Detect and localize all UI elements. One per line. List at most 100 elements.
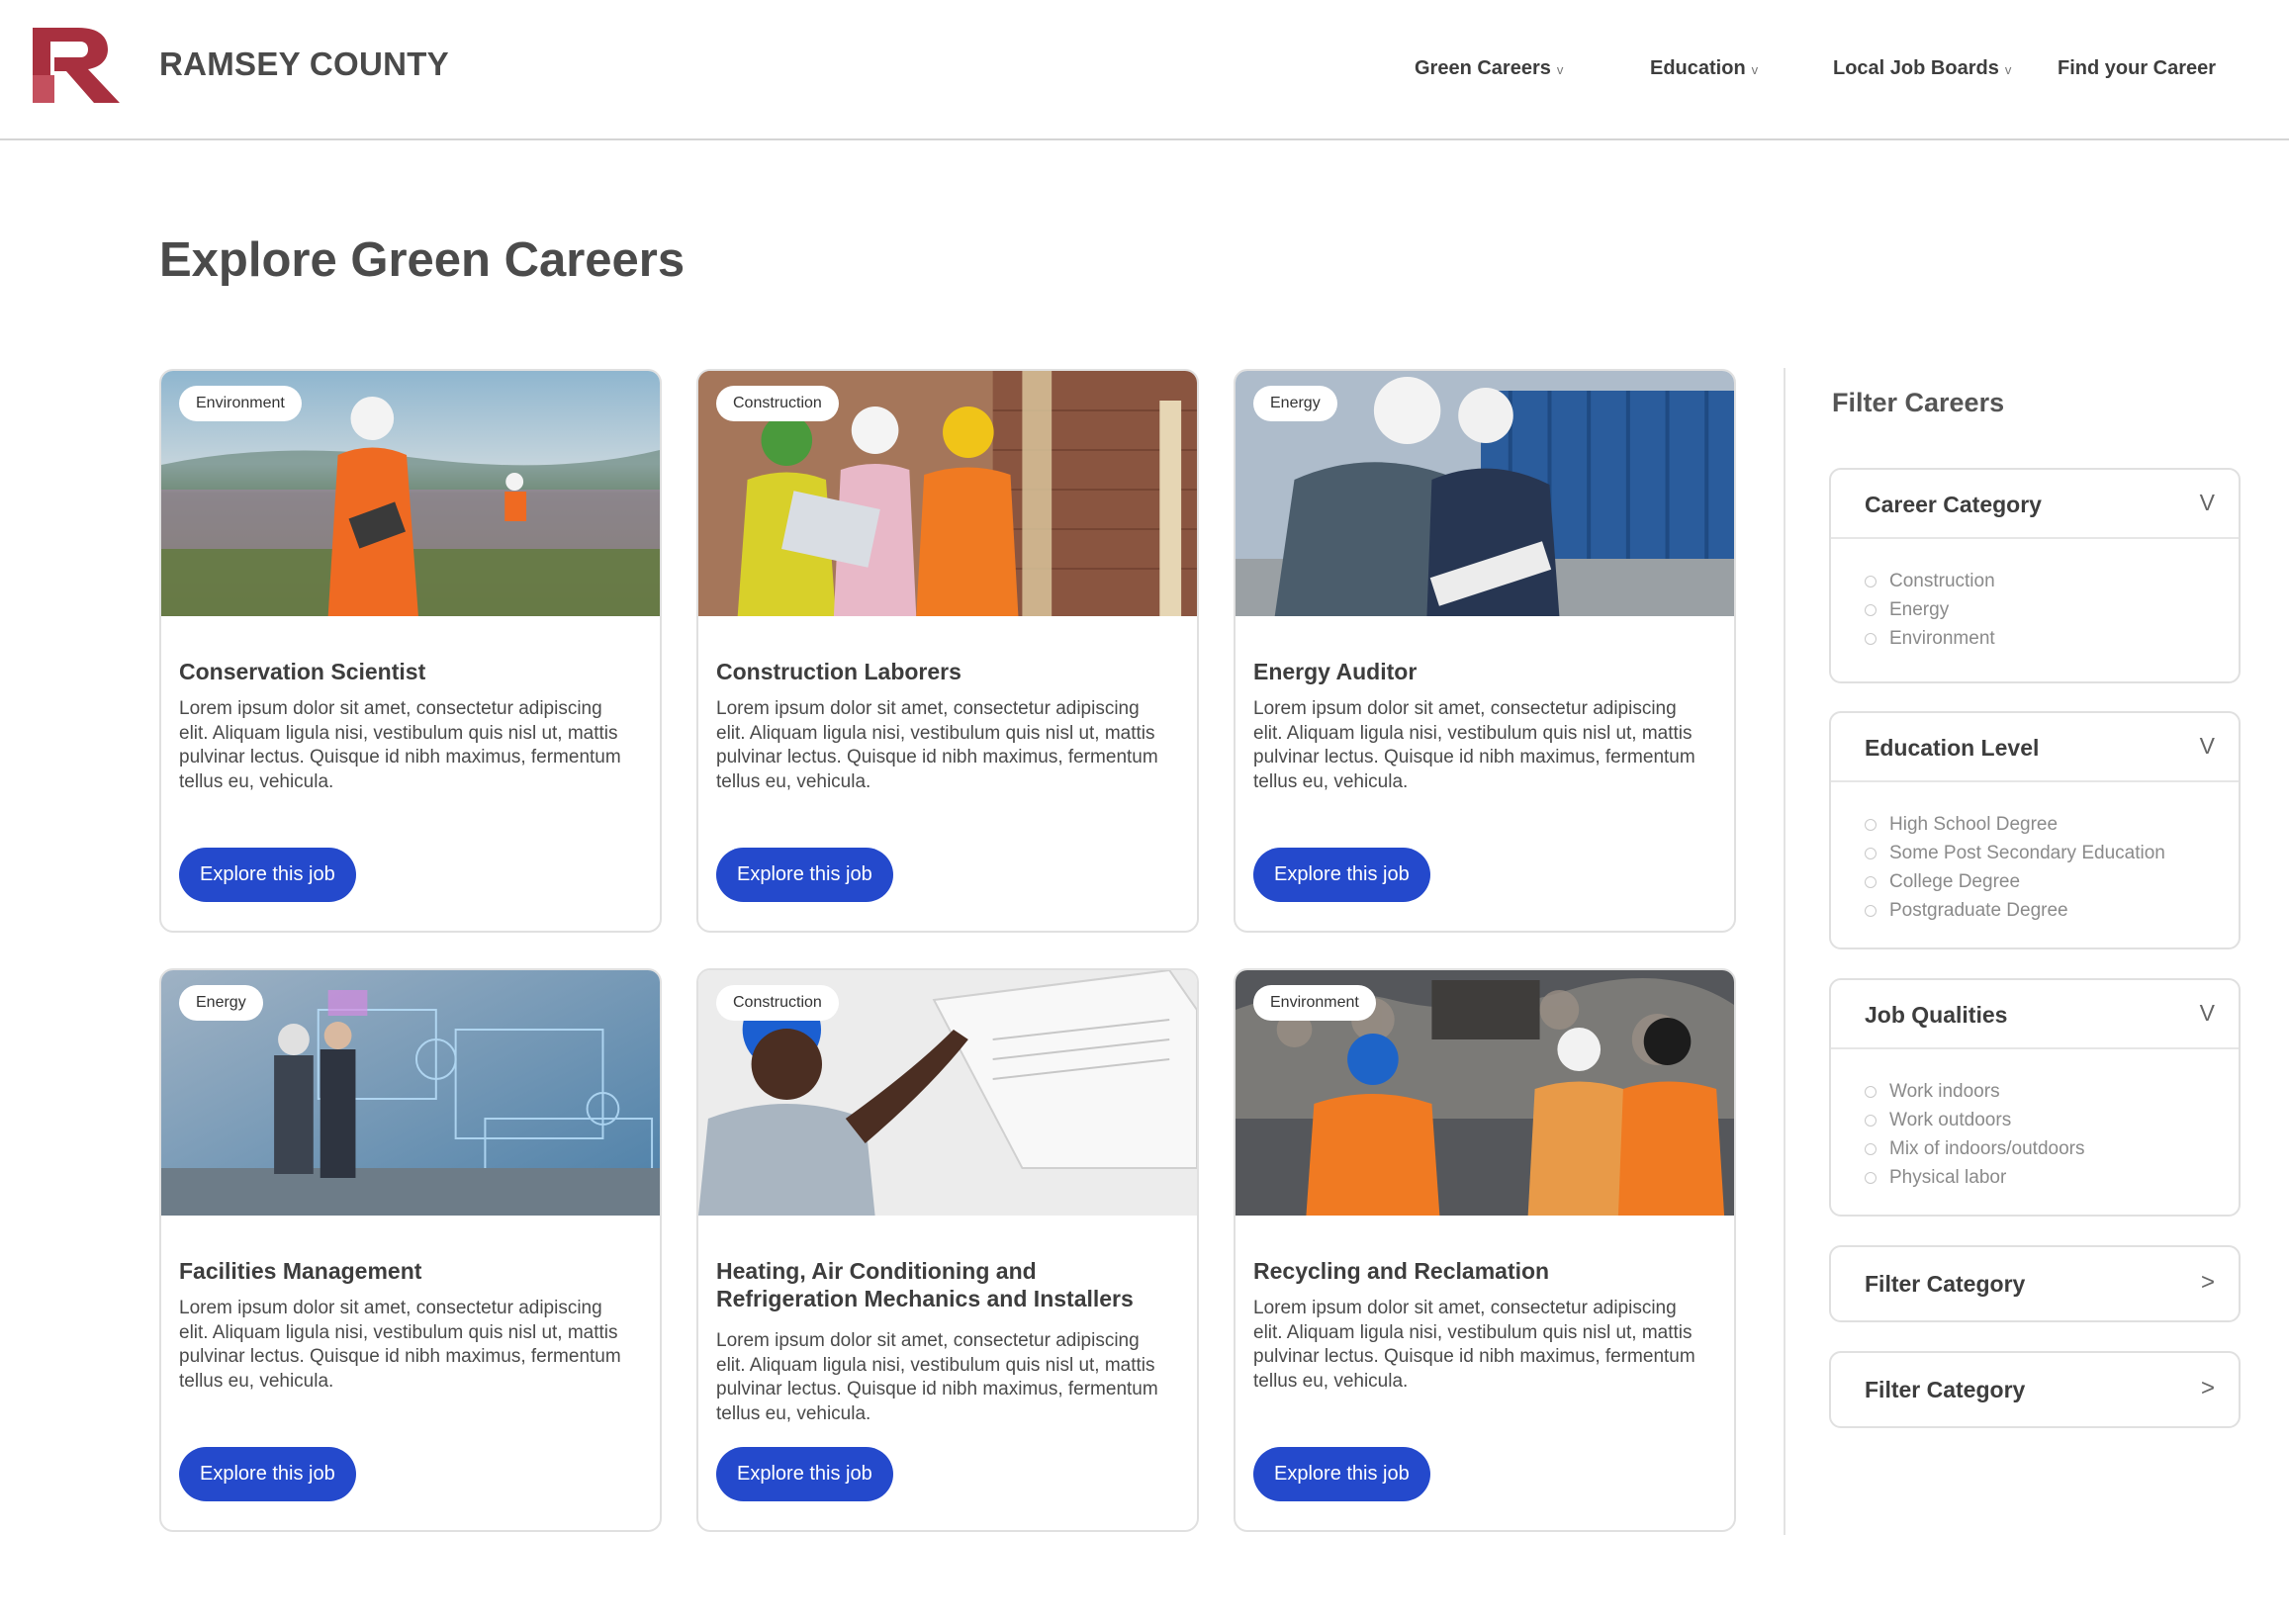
radio-icon <box>1865 1171 1877 1184</box>
option-label: High School Degree <box>1889 813 2059 835</box>
radio-icon <box>1865 1114 1877 1127</box>
filter-job-qualities: Job Qualities V Work indoors Work outdoo… <box>1829 978 2241 1217</box>
radio-icon <box>1865 632 1877 645</box>
filter-label: Filter Category <box>1865 1271 2026 1297</box>
card-description: Lorem ipsum dolor sit amet, consectetur … <box>179 1298 621 1392</box>
filter-label: Education Level <box>1865 735 2040 761</box>
category-tag: Energy <box>179 985 263 1021</box>
option-label: Construction <box>1889 570 1995 591</box>
filter-header[interactable]: Job Qualities V <box>1831 980 2239 1049</box>
explore-job-button[interactable]: Explore this job <box>1253 1447 1430 1501</box>
chevron-down-icon: V <box>2199 733 2215 759</box>
chevron-down-icon: V <box>2199 490 2215 515</box>
option-label: Some Post Secondary Education <box>1889 842 2165 863</box>
filter-label: Filter Category <box>1865 1377 2026 1402</box>
option-label: Mix of indoors/outdoors <box>1889 1137 2085 1159</box>
explore-job-button[interactable]: Explore this job <box>1253 848 1430 902</box>
category-tag: Construction <box>716 386 839 421</box>
filter-option[interactable]: Work indoors <box>1865 1077 2239 1106</box>
filter-option[interactable]: Physical labor <box>1865 1163 2239 1192</box>
page-title: Explore Green Careers <box>159 233 686 287</box>
nav-education[interactable]: Education v <box>1650 57 1758 80</box>
radio-icon <box>1865 575 1877 587</box>
filter-option[interactable]: Some Post Secondary Education <box>1865 839 2239 867</box>
filter-header[interactable]: Filter Category > <box>1831 1247 2239 1320</box>
filter-title: Filter Careers <box>1832 388 2005 417</box>
explore-job-button[interactable]: Explore this job <box>179 1447 356 1501</box>
option-label: Physical labor <box>1889 1166 2007 1188</box>
card-title: Recycling and Reclamation <box>1253 1258 1550 1284</box>
card-photo: Energy <box>1236 371 1734 616</box>
site-header: RAMSEY COUNTY Green Careers v Education v … <box>0 0 2289 140</box>
radio-icon <box>1865 818 1877 831</box>
nav-local-job-boards-label: Local Job Boards <box>1833 57 1999 79</box>
filter-option[interactable]: Energy <box>1865 595 2239 624</box>
career-card: Environment Conservation Scientist Lorem… <box>159 369 662 933</box>
nav-find-your-career[interactable]: Find your Career <box>2058 57 2216 80</box>
explore-job-button[interactable]: Explore this job <box>716 848 893 902</box>
option-label: Work outdoors <box>1889 1109 2012 1130</box>
chevron-right-icon: > <box>2200 1375 2215 1401</box>
card-title: Heating, Air Conditioning and Refrigerat… <box>716 1258 1134 1311</box>
filter-education-level: Education Level V High School Degree Som… <box>1829 711 2241 949</box>
card-photo: Energy <box>161 970 660 1216</box>
option-label: Environment <box>1889 627 1995 649</box>
filter-category-collapsed[interactable]: Filter Category > <box>1829 1351 2241 1428</box>
filter-career-category: Career Category V Construction Energy En… <box>1829 468 2241 683</box>
chevron-right-icon: > <box>2200 1269 2215 1296</box>
filter-option[interactable]: Postgraduate Degree <box>1865 896 2239 925</box>
filter-category-collapsed[interactable]: Filter Category > <box>1829 1245 2241 1322</box>
filter-option[interactable]: Construction <box>1865 567 2239 595</box>
career-card: Energy Facilities Management Lorem ipsum… <box>159 968 662 1532</box>
chevron-down-icon: v <box>2004 62 2012 77</box>
explore-job-button[interactable]: Explore this job <box>179 848 356 902</box>
filter-label: Career Category <box>1865 492 2042 517</box>
ramsey-county-logo[interactable] <box>33 28 122 103</box>
filter-option[interactable]: Work outdoors <box>1865 1106 2239 1134</box>
radio-icon <box>1865 603 1877 616</box>
filter-option[interactable]: College Degree <box>1865 867 2239 896</box>
card-photo: Environment <box>1236 970 1734 1216</box>
card-description: Lorem ipsum dolor sit amet, consectetur … <box>1253 1298 1695 1392</box>
sidebar-divider <box>1784 368 1785 1535</box>
option-label: Energy <box>1889 598 1950 620</box>
filter-option[interactable]: Environment <box>1865 624 2239 653</box>
career-card: Energy Energy Auditor Lorem ipsum dolor … <box>1234 369 1736 933</box>
category-tag: Environment <box>1253 985 1376 1021</box>
category-tag: Construction <box>716 985 839 1021</box>
radio-icon <box>1865 1085 1877 1098</box>
option-label: Work indoors <box>1889 1080 2000 1102</box>
card-photo: Construction <box>698 371 1197 616</box>
filter-option[interactable]: Mix of indoors/outdoors <box>1865 1134 2239 1163</box>
category-tag: Environment <box>179 386 302 421</box>
chevron-down-icon: v <box>1556 62 1564 77</box>
radio-icon <box>1865 847 1877 859</box>
card-description: Lorem ipsum dolor sit amet, consectetur … <box>716 1330 1158 1424</box>
radio-icon <box>1865 875 1877 888</box>
filter-label: Job Qualities <box>1865 1002 2008 1028</box>
nav-green-careers[interactable]: Green Careers v <box>1415 57 1563 80</box>
option-label: College Degree <box>1889 870 2021 892</box>
nav-education-label: Education <box>1650 57 1746 79</box>
filter-header[interactable]: Education Level V <box>1831 713 2239 782</box>
card-title: Facilities Management <box>179 1258 422 1284</box>
career-card: Construction Heating, Air Conditioning a… <box>696 968 1199 1532</box>
filter-option[interactable]: High School Degree <box>1865 810 2239 839</box>
category-tag: Energy <box>1253 386 1337 421</box>
chevron-down-icon: V <box>2199 1000 2215 1026</box>
card-title: Conservation Scientist <box>179 659 426 684</box>
career-card: Environment Recycling and Reclamation Lo… <box>1234 968 1736 1532</box>
nav-green-careers-label: Green Careers <box>1415 57 1551 79</box>
option-label: Postgraduate Degree <box>1889 899 2068 921</box>
card-description: Lorem ipsum dolor sit amet, consectetur … <box>716 698 1158 792</box>
radio-icon <box>1865 1142 1877 1155</box>
card-title: Energy Auditor <box>1253 659 1418 684</box>
chevron-down-icon: v <box>1751 62 1759 77</box>
filter-header[interactable]: Career Category V <box>1831 470 2239 539</box>
card-title: Construction Laborers <box>716 659 961 684</box>
filter-header[interactable]: Filter Category > <box>1831 1353 2239 1426</box>
brand-name: RAMSEY COUNTY <box>159 45 449 82</box>
explore-job-button[interactable]: Explore this job <box>716 1447 893 1501</box>
career-card: Construction Construction Laborers Lorem… <box>696 369 1199 933</box>
nav-local-job-boards[interactable]: Local Job Boards v <box>1833 57 2011 80</box>
